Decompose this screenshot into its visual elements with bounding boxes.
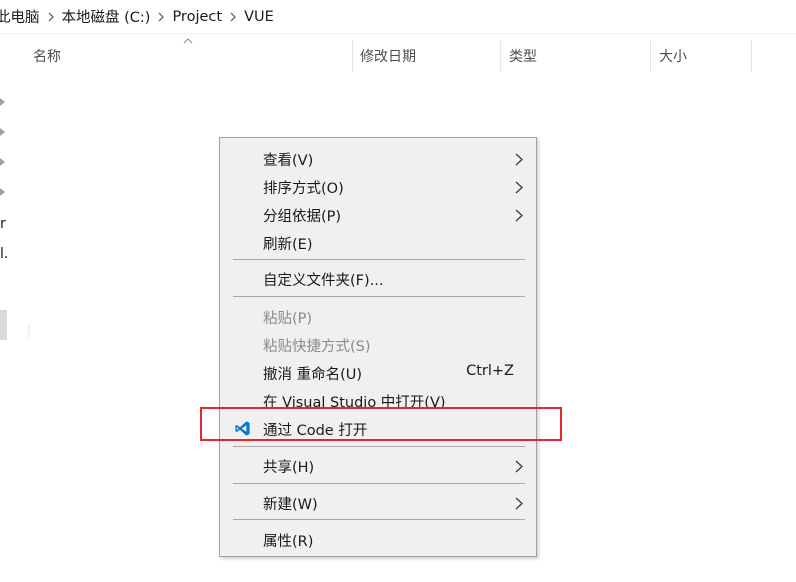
- menu-item-label: 通过 Code 打开: [263, 423, 368, 439]
- menu-item-label: 分组依据(P): [263, 209, 342, 225]
- menu-item-customize-folder[interactable]: 自定义文件夹(F)...: [220, 266, 536, 292]
- chevron-right-icon[interactable]: [0, 98, 6, 106]
- menu-separator: [233, 259, 525, 260]
- chevron-right-icon[interactable]: [0, 128, 6, 136]
- menu-item-shortcut: Ctrl+Z: [466, 363, 514, 379]
- context-menu: 查看(V) 排序方式(O) 分组依据(P) 刷新(E) 自定义文件夹(F)...…: [219, 137, 537, 557]
- breadcrumb-local-disk[interactable]: 本地磁盘 (C:): [58, 6, 155, 27]
- explorer-window: 此电脑 本地磁盘 (C:) Project VUE 名称 修改日期 类型 大小 …: [0, 0, 796, 582]
- menu-item-open-with-code[interactable]: 通过 Code 打开: [220, 416, 536, 442]
- menu-item-undo-rename[interactable]: 撤消 重命名(U) Ctrl+Z: [220, 360, 536, 386]
- menu-item-label: 排序方式(O): [263, 181, 344, 197]
- column-header-date-label: 修改日期: [360, 49, 416, 65]
- menu-separator: [233, 519, 525, 520]
- nav-scrollbar[interactable]: [0, 310, 7, 340]
- column-divider[interactable]: [751, 40, 752, 72]
- pane-divider: [28, 324, 30, 338]
- submenu-arrow-icon: [515, 497, 523, 510]
- column-header-type-label: 类型: [509, 49, 537, 65]
- nav-item-fragment[interactable]: l.: [0, 246, 8, 262]
- breadcrumb: 此电脑 本地磁盘 (C:) Project VUE: [0, 0, 796, 34]
- menu-separator: [233, 483, 525, 484]
- menu-item-label: 查看(V): [263, 153, 314, 169]
- menu-item-label: 新建(W): [263, 497, 318, 513]
- column-header-type[interactable]: 类型: [501, 40, 650, 72]
- vscode-icon: [235, 421, 250, 436]
- submenu-arrow-icon: [515, 460, 523, 473]
- column-header-name[interactable]: 名称: [25, 40, 352, 72]
- nav-item-fragment[interactable]: r: [0, 216, 6, 232]
- submenu-arrow-icon: [515, 209, 523, 222]
- menu-item-label: 自定义文件夹(F)...: [263, 273, 384, 289]
- column-header-size[interactable]: 大小: [651, 40, 751, 72]
- chevron-right-icon[interactable]: [226, 12, 240, 22]
- menu-separator: [233, 296, 525, 297]
- submenu-arrow-icon: [515, 181, 523, 194]
- breadcrumb-vue[interactable]: VUE: [240, 9, 278, 25]
- chevron-right-icon[interactable]: [0, 188, 6, 196]
- menu-item-new[interactable]: 新建(W): [220, 490, 536, 516]
- menu-item-label: 粘贴快捷方式(S): [263, 339, 371, 355]
- menu-separator: [233, 446, 525, 447]
- breadcrumb-this-pc[interactable]: 此电脑: [0, 6, 44, 27]
- menu-item-properties[interactable]: 属性(R): [220, 527, 536, 553]
- menu-item-label: 共享(H): [263, 460, 315, 476]
- menu-item-open-in-visual-studio[interactable]: 在 Visual Studio 中打开(V): [220, 388, 536, 414]
- column-header-size-label: 大小: [659, 49, 687, 65]
- menu-item-label: 粘贴(P): [263, 311, 313, 327]
- menu-item-paste[interactable]: 粘贴(P): [220, 304, 536, 330]
- menu-item-share[interactable]: 共享(H): [220, 453, 536, 479]
- breadcrumb-project[interactable]: Project: [168, 9, 226, 25]
- menu-item-paste-shortcut[interactable]: 粘贴快捷方式(S): [220, 332, 536, 358]
- menu-item-label: 在 Visual Studio 中打开(V): [263, 395, 446, 411]
- chevron-right-icon[interactable]: [44, 12, 58, 22]
- menu-item-group-by[interactable]: 分组依据(P): [220, 202, 536, 228]
- chevron-right-icon[interactable]: [0, 158, 6, 166]
- column-header-date[interactable]: 修改日期: [352, 40, 500, 72]
- menu-item-refresh[interactable]: 刷新(E): [220, 230, 536, 256]
- menu-item-label: 属性(R): [263, 534, 314, 550]
- menu-item-view[interactable]: 查看(V): [220, 146, 536, 172]
- menu-item-label: 撤消 重命名(U): [263, 367, 363, 383]
- menu-item-label: 刷新(E): [263, 237, 313, 253]
- chevron-right-icon[interactable]: [154, 12, 168, 22]
- submenu-arrow-icon: [515, 153, 523, 166]
- menu-item-sort-by[interactable]: 排序方式(O): [220, 174, 536, 200]
- column-header-name-label: 名称: [33, 49, 61, 65]
